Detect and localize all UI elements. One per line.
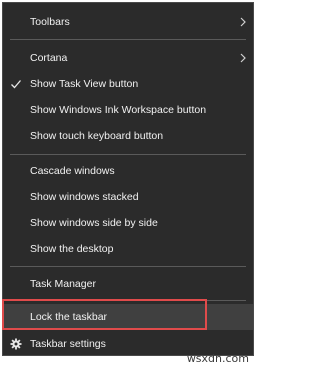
menu-item-toolbars[interactable]: Toolbars bbox=[3, 9, 253, 35]
menu-item-show-windows-stacked[interactable]: Show windows stacked bbox=[3, 184, 253, 210]
menu-separator bbox=[10, 266, 246, 267]
menu-item-show-task-view[interactable]: Show Task View button bbox=[3, 71, 253, 97]
screenshot-frame: Toolbars Cortana Show Task View button S… bbox=[0, 0, 261, 365]
menu-item-label: Show Task View button bbox=[30, 78, 139, 90]
menu-item-label: Taskbar settings bbox=[30, 338, 106, 350]
menu-item-label: Show touch keyboard button bbox=[30, 130, 164, 142]
checkmark-icon bbox=[11, 80, 21, 89]
menu-item-label: Show windows side by side bbox=[30, 217, 158, 229]
chevron-right-icon bbox=[240, 17, 246, 27]
menu-item-lock-taskbar[interactable]: Lock the taskbar bbox=[3, 304, 253, 330]
menu-item-cascade-windows[interactable]: Cascade windows bbox=[3, 158, 253, 184]
menu-item-label: Show windows stacked bbox=[30, 191, 139, 203]
taskbar-context-menu: Toolbars Cortana Show Task View button S… bbox=[2, 2, 254, 356]
menu-separator bbox=[10, 300, 246, 301]
menu-separator bbox=[10, 39, 246, 40]
menu-item-show-desktop[interactable]: Show the desktop bbox=[3, 236, 253, 262]
menu-item-show-windows-side-by-side[interactable]: Show windows side by side bbox=[3, 210, 253, 236]
menu-item-task-manager[interactable]: Task Manager bbox=[3, 271, 253, 297]
menu-item-show-ink-workspace[interactable]: Show Windows Ink Workspace button bbox=[3, 97, 253, 123]
menu-item-label: Show Windows Ink Workspace button bbox=[30, 104, 207, 116]
menu-item-show-touch-keyboard[interactable]: Show touch keyboard button bbox=[3, 123, 253, 149]
watermark: wsxdn.com bbox=[186, 352, 249, 365]
menu-item-label: Toolbars bbox=[30, 16, 70, 28]
menu-item-cortana[interactable]: Cortana bbox=[3, 45, 253, 71]
menu-item-label: Cortana bbox=[30, 52, 68, 64]
menu-item-label: Task Manager bbox=[30, 278, 96, 290]
menu-item-label: Lock the taskbar bbox=[30, 311, 108, 323]
menu-item-label: Cascade windows bbox=[30, 165, 115, 177]
menu-separator bbox=[10, 154, 246, 155]
menu-item-label: Show the desktop bbox=[30, 243, 114, 255]
chevron-right-icon bbox=[240, 53, 246, 63]
gear-icon bbox=[10, 338, 22, 350]
